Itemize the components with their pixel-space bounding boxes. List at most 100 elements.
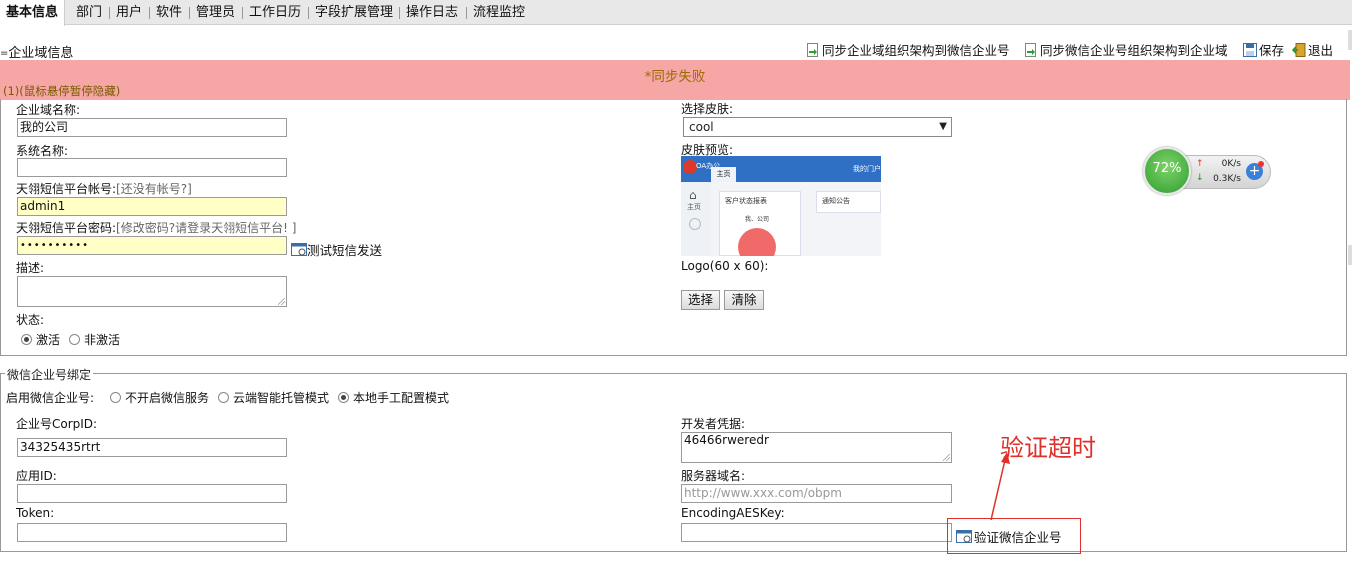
exit-door-icon (1291, 42, 1306, 57)
sync-icon (806, 42, 820, 57)
scrollbar-marker[interactable] (1348, 30, 1352, 50)
tab-work-calendar[interactable]: 工作日历 (243, 0, 307, 25)
sms-account-label-row: 天翎短信平台帐号:[还没有帐号?] (16, 180, 192, 197)
section-header: = 企业域信息 (0, 42, 73, 61)
preview-right-link: 我的门户 (853, 165, 881, 173)
tab-admins[interactable]: 管理员 (190, 0, 241, 25)
exit-button[interactable]: 退出 (1291, 40, 1334, 59)
wechat-opt-local[interactable]: 本地手工配置模式 (338, 389, 449, 406)
network-speed-widget[interactable]: 72% ↑ ↓ 0K/s 0.3K/s + (1143, 147, 1271, 195)
system-name-label: 系统名称: (16, 144, 69, 158)
change-password-link[interactable]: [修改密码?请登录天翎短信平台! ] (116, 221, 296, 235)
exit-label: 退出 (1308, 43, 1334, 58)
sync-icon (1024, 42, 1038, 57)
sms-account-input[interactable]: admin1 (17, 197, 287, 216)
tab-field-extension[interactable]: 字段扩展管理 (309, 0, 399, 25)
system-name-input[interactable] (17, 158, 287, 177)
tab-department[interactable]: 部门 (70, 0, 108, 25)
corpid-input[interactable]: 34325435rtrt (17, 438, 287, 457)
token-input[interactable] (17, 523, 287, 542)
radio-inactive[interactable] (69, 334, 80, 345)
preview-logo-icon (683, 160, 697, 174)
download-arrow-icon: ↓ (1196, 173, 1204, 183)
skin-preview-image: OA办公 主页 我的门户 ⌂ 主页 客户状态报表 我、公司 通知公告 (681, 156, 881, 256)
widget-download-speed: 0.3K/s (1213, 174, 1241, 184)
verify-wechat-button[interactable]: 验证微信企业号 (956, 527, 1062, 546)
aes-key-input[interactable] (681, 523, 952, 542)
dropdown-arrow-icon: ▼ (939, 121, 947, 132)
logo-choose-button[interactable]: 选择 (681, 290, 720, 310)
appid-label: 应用ID: (16, 469, 57, 483)
corpid-label: 企业号CorpID: (16, 417, 98, 431)
save-button[interactable]: 保存 (1243, 40, 1284, 59)
preview-home-icon: ⌂ (689, 188, 697, 202)
preview-panel-2-title: 通知公告 (822, 197, 850, 205)
wechat-opt-local-label: 本地手工配置模式 (353, 391, 450, 405)
preview-side-icon (689, 218, 701, 230)
scrollbar-marker[interactable] (1348, 245, 1352, 265)
radio-wechat-local[interactable] (338, 392, 349, 403)
register-account-link[interactable]: [还没有帐号?] (116, 182, 192, 196)
wechat-enable-row: 启用微信企业号: (6, 389, 94, 406)
tab-bar: 基本信息 部门 用户 软件 管理员 工作日历 字段扩展管理 操作日志 流程监控 (0, 0, 1352, 26)
annotation-arrow-icon (990, 452, 1010, 521)
domain-name-label: 企业域名称: (16, 103, 81, 117)
window-gear-icon (956, 529, 972, 544)
radio-wechat-cloud[interactable] (218, 392, 229, 403)
tab-operation-log[interactable]: 操作日志 (400, 0, 464, 25)
banner-message: *同步失败 (644, 69, 706, 85)
collapse-icon[interactable]: = (0, 48, 8, 59)
token-label: Token: (16, 506, 55, 520)
server-domain-label: 服务器域名: (681, 469, 746, 483)
domain-name-input[interactable]: 我的公司 (17, 118, 287, 137)
notification-dot-icon (1258, 161, 1264, 167)
window-gear-icon (291, 242, 307, 257)
tab-process-monitor[interactable]: 流程监控 (467, 0, 531, 25)
skin-label: 选择皮肤: (681, 102, 734, 116)
skin-select-value: cool (689, 120, 714, 134)
banner-hint: (1)(鼠标悬停暂停隐藏) (3, 84, 121, 98)
floppy-disk-icon (1243, 42, 1257, 57)
status-inactive-option[interactable]: 非激活 (69, 331, 120, 348)
status-active-option[interactable]: 激活 (21, 331, 60, 348)
sms-password-label-row: 天翎短信平台密码:[修改密码?请登录天翎短信平台! ] (16, 219, 296, 236)
wechat-legend: 微信企业号绑定 (5, 366, 94, 383)
preview-tab: 主页 (711, 167, 736, 182)
secret-label: 开发者凭据: (681, 417, 746, 431)
sms-password-input[interactable]: •••••••••• (17, 236, 287, 255)
server-domain-input[interactable]: http://www.xxx.com/obpm (681, 484, 952, 503)
test-sms-label: 测试短信发送 (307, 243, 383, 258)
description-textarea[interactable] (17, 276, 287, 307)
appid-input[interactable] (17, 484, 287, 503)
tab-basic-info[interactable]: 基本信息 (0, 0, 66, 26)
wechat-opt-cloud[interactable]: 云端智能托管模式 (218, 389, 329, 406)
sms-account-label: 天翎短信平台帐号: (16, 182, 117, 196)
sync-to-wechat-button[interactable]: 同步企业域组织架构到微信企业号 (806, 40, 1010, 59)
wechat-enable-label: 启用微信企业号: (6, 391, 95, 405)
radio-wechat-off[interactable] (110, 392, 121, 403)
logo-clear-button[interactable]: 清除 (724, 290, 764, 310)
preview-panel-1-title: 客户状态报表 (725, 197, 767, 205)
sync-to-wechat-label: 同步企业域组织架构到微信企业号 (822, 43, 1010, 58)
skin-select[interactable]: cool ▼ (683, 117, 952, 137)
verify-wechat-label: 验证微信企业号 (974, 530, 1062, 545)
tab-software[interactable]: 软件 (150, 0, 188, 25)
sms-password-label: 天翎短信平台密码: (16, 221, 117, 235)
logo-label: Logo(60 x 60): (681, 259, 769, 273)
sync-from-wechat-button[interactable]: 同步微信企业号组织架构到企业域 (1024, 40, 1228, 59)
status-active-label: 激活 (36, 333, 61, 347)
description-label: 描述: (16, 261, 45, 275)
widget-upload-speed: 0K/s (1221, 159, 1241, 169)
preview-panel-1-sub: 我、公司 (745, 216, 770, 223)
radio-active[interactable] (21, 334, 32, 345)
tab-users[interactable]: 用户 (110, 0, 148, 25)
preview-side-item: 主页 (687, 203, 701, 211)
wechat-opt-off[interactable]: 不开启微信服务 (110, 389, 209, 406)
test-sms-button[interactable]: 测试短信发送 (291, 240, 382, 259)
save-label: 保存 (1259, 43, 1285, 58)
widget-percent: 72% (1152, 161, 1182, 176)
sync-error-banner[interactable]: *同步失败 (1)(鼠标悬停暂停隐藏) (0, 60, 1350, 100)
status-inactive-label: 非激活 (84, 333, 121, 347)
secret-textarea[interactable]: 46466rweredr (681, 432, 952, 463)
section-title: 企业域信息 (8, 46, 74, 61)
